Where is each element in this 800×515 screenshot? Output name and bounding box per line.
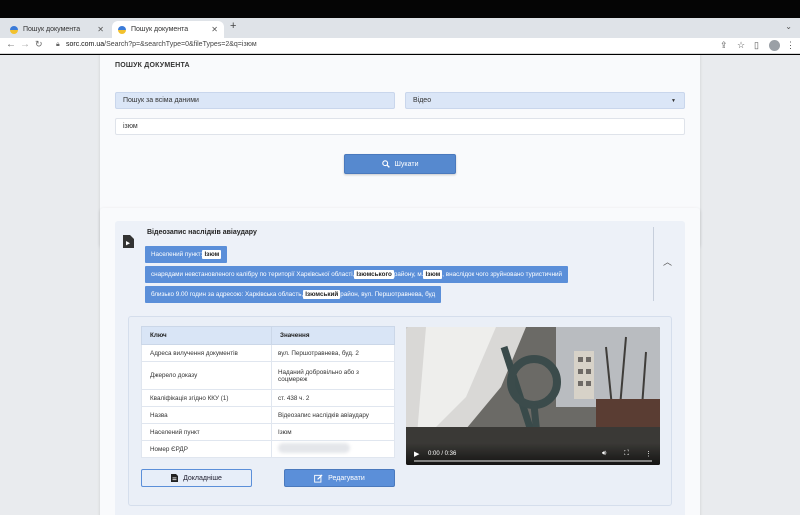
row-key: Кваліфікація згідно ККУ (1)	[141, 389, 272, 407]
tab-title: Пошук документа	[23, 26, 81, 33]
play-icon[interactable]: ▶	[414, 450, 419, 458]
result-item: Відеозапис наслідків авіаудару Населений…	[115, 221, 685, 515]
address-bar: ← → ↻ 🔒︎ sorc.com.ua/Search?p=&searchTyp…	[0, 38, 800, 54]
back-arrow-icon[interactable]: ←	[6, 39, 16, 50]
column-header-key: Ключ	[141, 326, 272, 345]
chip-text: району, м.	[393, 271, 424, 278]
search-button-label: Шукати	[394, 160, 419, 168]
search-query-value: ізюм	[123, 123, 138, 130]
match-chip: близько 9.00 годин за адресою: Харківськ…	[145, 286, 442, 303]
row-key: Населений пункт	[141, 423, 272, 441]
row-key: Адреса вилучення документів	[141, 344, 272, 362]
lock-icon[interactable]: 🔒︎	[56, 41, 60, 49]
chip-text: Населений пункт:	[151, 251, 203, 258]
url-field[interactable]: sorc.com.ua/Search?p=&searchType=0&fileT…	[66, 41, 257, 48]
chip-text: снарядами невстановленого калібру по тер…	[151, 271, 355, 278]
video-file-icon	[123, 235, 134, 248]
row-value-redacted	[271, 440, 395, 458]
table-row: Населений пункт Ізюм	[141, 423, 395, 441]
ukraine-flag-icon	[118, 25, 126, 34]
edit-button[interactable]: Редагувати	[284, 469, 395, 487]
result-details: Ключ Значення Адреса вилучення документі…	[128, 316, 672, 506]
profile-avatar-icon[interactable]	[769, 40, 780, 51]
row-value: Ізюм	[271, 423, 395, 441]
screen-top-bar	[0, 0, 800, 18]
results-panel: Відеозапис наслідків авіаудару Населений…	[100, 208, 700, 515]
properties-table: Ключ Значення Адреса вилучення документі…	[141, 326, 395, 458]
chip-text: , внаслідок чого зруйновано туристичний	[442, 271, 563, 278]
url-host: sorc.com.ua	[66, 41, 105, 48]
match-chip: снарядами невстановленого калібру по тер…	[145, 266, 569, 283]
table-row: Джерело доказу Наданий добровільно або з…	[141, 361, 395, 390]
chip-text: район, вул. Першотравнева, буд	[340, 291, 436, 298]
search-scope-select[interactable]: Пошук за всіма даними	[115, 92, 395, 109]
table-row: Адреса вилучення документів вул. Першотр…	[141, 344, 395, 362]
chevron-up-icon[interactable]: ︿	[663, 255, 672, 268]
table-row: Кваліфікація згідно ККУ (1) ст. 438 ч. 2	[141, 389, 395, 407]
url-path: /Search?p=&searchType=0&fileTypes=2&q=із…	[104, 41, 257, 48]
browser-tab-bar: Пошук документа ✕ Пошук документа ✕	[0, 18, 800, 38]
result-title: Відеозапис наслідків авіаудару	[147, 229, 257, 236]
forward-arrow-icon[interactable]: →	[20, 39, 30, 50]
chevron-down-icon[interactable]: ⌄	[785, 22, 792, 31]
divider	[653, 227, 654, 301]
sidebar-icon[interactable]: ▯	[754, 40, 759, 51]
browser-tab-1[interactable]: Пошук документа ✕	[4, 21, 110, 38]
search-button[interactable]: Шукати	[344, 154, 456, 174]
details-button[interactable]: Докладніше	[141, 469, 252, 487]
search-icon	[381, 160, 390, 168]
edit-button-label: Редагувати	[328, 474, 365, 482]
bookmark-star-icon[interactable]: ☆	[737, 40, 745, 51]
highlight: Ізюм	[202, 250, 222, 259]
video-time: 0:00 / 0:36	[428, 451, 457, 457]
close-icon[interactable]: ✕	[211, 25, 218, 34]
page-content: ПОШУК ДОКУМЕНТА Пошук за всіма даними Ві…	[0, 55, 800, 515]
more-options-icon[interactable]: ⋮	[645, 450, 652, 458]
file-type-select[interactable]: Відео ▼	[405, 92, 685, 109]
file-type-value: Відео	[413, 97, 432, 104]
row-key: Назва	[141, 406, 272, 424]
chip-text: близько 9.00 годин за адресою: Харківськ…	[151, 291, 304, 298]
search-panel-title: ПОШУК ДОКУМЕНТА	[115, 62, 190, 69]
table-row: Номер ЄРДР	[141, 440, 395, 458]
row-key: Джерело доказу	[141, 361, 272, 390]
row-key: Номер ЄРДР	[141, 440, 272, 458]
row-value: Відеозапис наслідків авіаудару	[271, 406, 395, 424]
row-value: Наданий добровільно або з соцмереж	[271, 361, 395, 390]
caret-down-icon: ▼	[671, 98, 676, 104]
highlight: Ізюмський	[303, 290, 341, 299]
new-tab-icon[interactable]: +	[230, 20, 236, 32]
table-header-row: Ключ Значення	[141, 326, 395, 345]
document-icon	[171, 474, 179, 482]
reload-icon[interactable]: ↻	[35, 39, 43, 50]
details-button-label: Докладніше	[183, 474, 222, 482]
redacted-value	[278, 443, 350, 453]
search-query-input[interactable]: ізюм	[115, 118, 685, 135]
row-value: ст. 438 ч. 2	[271, 389, 395, 407]
menu-kebab-icon[interactable]: ⋮	[786, 40, 795, 51]
video-player[interactable]: ▶ 0:00 / 0:36 🔊︎ ⛶ ⋮	[406, 327, 660, 465]
fullscreen-icon[interactable]: ⛶	[624, 450, 629, 458]
ukraine-flag-icon	[10, 25, 18, 34]
video-progress-bar[interactable]	[414, 460, 652, 462]
search-scope-value: Пошук за всіма даними	[123, 97, 199, 104]
close-icon[interactable]: ✕	[97, 25, 104, 34]
highlight: Ізюм	[423, 270, 443, 279]
match-chip: Населений пункт: Ізюм	[145, 246, 228, 263]
highlight: Ізюмського	[354, 270, 394, 279]
table-row: Назва Відеозапис наслідків авіаудару	[141, 406, 395, 424]
tab-title: Пошук документа	[131, 26, 189, 33]
column-header-value: Значення	[271, 326, 395, 345]
volume-icon[interactable]: 🔊︎	[602, 450, 606, 458]
row-value: вул. Першотравнева, буд. 2	[271, 344, 395, 362]
edit-pencil-icon	[314, 473, 323, 483]
share-icon[interactable]: ⇪	[720, 40, 728, 51]
browser-tab-2-active[interactable]: Пошук документа ✕	[112, 21, 224, 38]
